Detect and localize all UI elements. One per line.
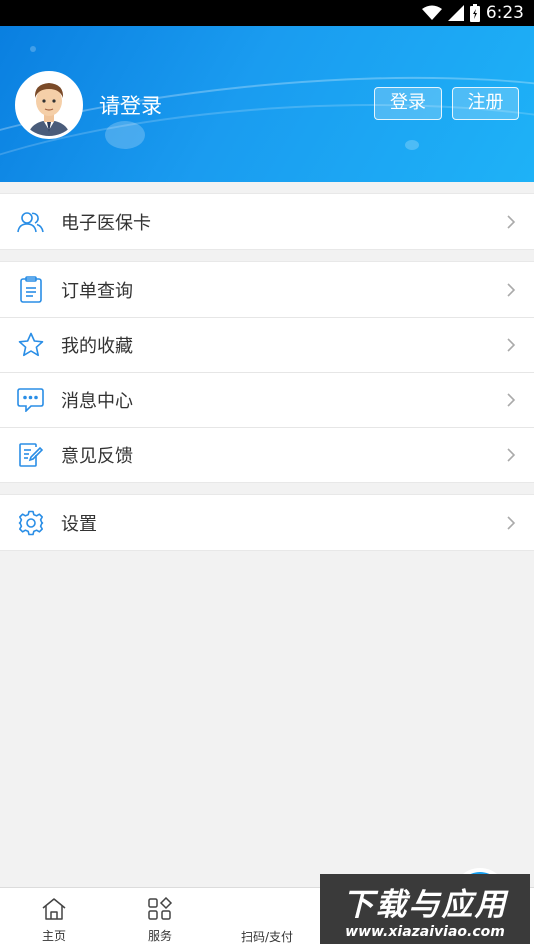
star-icon [17,331,44,358]
signal-icon [447,5,464,21]
clipboard-icon [17,276,44,303]
people-icon [17,208,44,235]
header-bubble-decoration [405,140,419,150]
register-button[interactable]: 注册 [452,87,519,120]
tab-home-label: 主页 [41,929,66,943]
status-bar: 6:23 [0,0,534,26]
watermark-title: 下载与应用 [342,886,508,923]
tab-scan-pay[interactable]: 扫码/支付 [213,868,507,950]
menu-item-label: 设置 [61,513,97,535]
gear-icon [17,509,44,536]
chevron-right-icon [507,214,516,233]
apps-grid-icon [147,896,173,925]
menu-item-label: 我的收藏 [61,335,133,357]
menu-group-card: 电子医保卡 [0,193,534,250]
menu-item-settings[interactable]: 设置 [0,495,534,550]
home-icon [41,897,67,925]
wifi-icon [421,5,442,21]
menu-item-label: 消息中心 [61,390,133,412]
avatar[interactable] [15,71,83,139]
profile-header: 请登录 登录 注册 [0,26,534,182]
menu-item-medical-card[interactable]: 电子医保卡 [0,194,534,249]
menu-item-messages[interactable]: 消息中心 [0,372,534,427]
chat-bubble-icon [17,386,44,413]
menu-item-label: 订单查询 [61,280,133,302]
tab-home[interactable]: 主页 [0,888,108,950]
chevron-right-icon [507,515,516,534]
menu-item-favorites[interactable]: 我的收藏 [0,317,534,372]
battery-icon [469,4,480,22]
header-bubble-decoration [30,46,36,52]
header-bubble-decoration [105,121,145,149]
chevron-right-icon [507,282,516,301]
chevron-right-icon [507,337,516,356]
chevron-right-icon [507,392,516,411]
menu-item-orders[interactable]: 订单查询 [0,262,534,317]
tab-service[interactable]: 服务 [106,888,214,950]
watermark-logo: 下载与应用 www.xiazaiviao.com [320,874,530,944]
menu-item-label: 电子医保卡 [61,212,151,234]
tab-scan-label: 扫码/支付 [240,930,294,944]
login-prompt[interactable]: 请登录 [99,90,162,120]
login-button[interactable]: 登录 [374,87,442,120]
status-time: 6:23 [485,3,524,23]
menu-group-account: 订单查询 我的收藏 消息中心 意见反馈 [0,261,534,483]
chevron-right-icon [507,447,516,466]
feedback-edit-icon [17,441,44,468]
menu-item-label: 意见反馈 [61,445,133,467]
menu-group-settings: 设置 [0,494,534,551]
watermark-url: www.xiazaiviao.com [345,923,505,940]
menu-item-feedback[interactable]: 意见反馈 [0,427,534,482]
tab-service-label: 服务 [147,929,172,943]
